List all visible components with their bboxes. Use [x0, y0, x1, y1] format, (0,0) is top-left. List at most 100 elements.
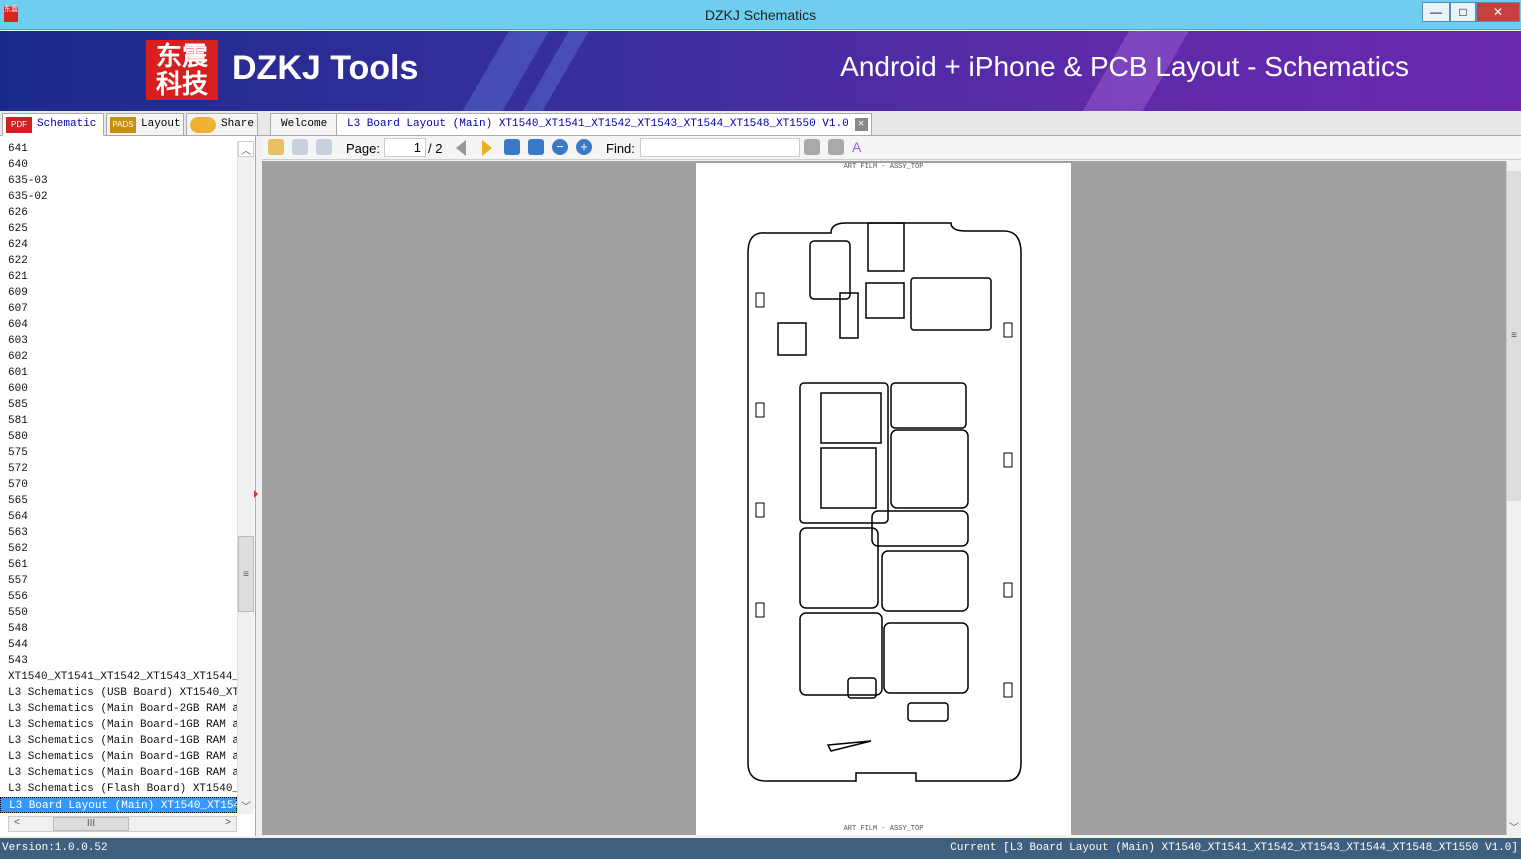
minimize-button[interactable]: — — [1422, 2, 1450, 22]
pcb-board-drawing — [747, 222, 1022, 782]
document-page: ART FILM - ASSY_TOP ART FILM - ASSY_TOP — [696, 163, 1071, 835]
list-item[interactable]: L3 Schematics (Main Board-1GB RAM and — [0, 765, 237, 781]
list-item[interactable]: 580 — [0, 429, 237, 445]
find-label: Find: — [606, 141, 635, 156]
list-item[interactable]: 565 — [0, 493, 237, 509]
list-item[interactable]: 625 — [0, 221, 237, 237]
tab-label: Schematic — [37, 118, 97, 130]
list-item[interactable]: L3 Schematics (Main Board-2GB RAM and — [0, 701, 237, 717]
list-item[interactable]: L3 Schematics (Flash Board) XT1540_XT1 — [0, 781, 237, 797]
list-item[interactable]: 557 — [0, 573, 237, 589]
tab-bar: PDF Schematic PADS Layout Share Welcome … — [0, 111, 1521, 136]
list-item[interactable]: 544 — [0, 637, 237, 653]
page-label: Page: — [346, 141, 380, 156]
scroll-right-arrow[interactable]: > — [220, 817, 236, 831]
list-item[interactable]: 570 — [0, 477, 237, 493]
scroll-down-arrow[interactable]: ﹀ — [238, 798, 254, 814]
tab-board-layout[interactable]: L3 Board Layout (Main) XT1540_XT1541_XT1… — [336, 113, 872, 136]
list-item[interactable]: 562 — [0, 541, 237, 557]
scroll-up-arrow[interactable]: ︿ — [238, 141, 254, 157]
list-item[interactable]: 626 — [0, 205, 237, 221]
scroll-thumb[interactable]: ≡ — [1507, 171, 1521, 501]
scroll-thumb[interactable]: ≡ — [238, 536, 254, 612]
title-bar: 东震 DZKJ Schematics — □ ✕ — [0, 0, 1521, 30]
tab-label: L3 Board Layout (Main) XT1540_XT1541_XT1… — [347, 118, 849, 130]
tab-label: Layout — [141, 118, 181, 130]
close-button[interactable]: ✕ — [1476, 2, 1520, 22]
page-total: / 2 — [428, 141, 443, 156]
list-item[interactable]: 543 — [0, 653, 237, 669]
document-viewer[interactable]: ART FILM - ASSY_TOP ART FILM - ASSY_TOP — [262, 161, 1506, 835]
viewer-toolbar: Page: 1 / 2 − + Find: A — [262, 136, 1521, 160]
vertical-scrollbar[interactable]: ︿ ≡ ﹀ — [237, 141, 254, 814]
list-item[interactable]: 609 — [0, 285, 237, 301]
tab-welcome[interactable]: Welcome — [270, 113, 339, 136]
page-number-input[interactable]: 1 — [384, 138, 426, 157]
scroll-left-arrow[interactable]: < — [9, 817, 25, 831]
brand-name: DZKJ Tools — [232, 49, 419, 87]
find-input[interactable] — [640, 138, 800, 157]
bottom-caption: ART FILM - ASSY_TOP — [843, 825, 924, 833]
list-item[interactable]: 563 — [0, 525, 237, 541]
viewer-scrollbar[interactable]: ︿ ≡ ﹀ — [1506, 161, 1521, 835]
tab-share[interactable]: Share — [186, 113, 258, 136]
prev-page-icon[interactable] — [456, 140, 466, 156]
list-item[interactable]: 607 — [0, 301, 237, 317]
list-item[interactable]: 564 — [0, 509, 237, 525]
list-item[interactable]: L3 Board Layout (Main) XT1540_XT1541_X — [0, 797, 237, 813]
zoom-in-icon[interactable]: + — [576, 139, 592, 155]
slogan: Android + iPhone & PCB Layout - Schemati… — [840, 51, 1409, 82]
list-item[interactable]: L3 Schematics (Main Board-1GB RAM and — [0, 717, 237, 733]
list-item[interactable]: L3 Schematics (Main Board-1GB RAM and — [0, 733, 237, 749]
highlight-text-icon[interactable]: A — [852, 139, 868, 155]
list-item[interactable]: 575 — [0, 445, 237, 461]
list-item[interactable]: 548 — [0, 621, 237, 637]
splitter-arrow-icon[interactable] — [254, 490, 258, 498]
list-item[interactable]: 602 — [0, 349, 237, 365]
file-list: 641 640 635-03 635-02 626 625 624 622 621 609 607 6… — [0, 141, 237, 816]
list-item[interactable]: 550 — [0, 605, 237, 621]
find-next-icon[interactable] — [828, 139, 844, 155]
tab-schematic[interactable]: PDF Schematic — [2, 113, 104, 136]
hscroll-thumb[interactable]: III — [53, 817, 129, 831]
list-item[interactable]: 621 — [0, 269, 237, 285]
list-item[interactable]: 641 — [0, 141, 237, 157]
pages-icon[interactable] — [292, 139, 308, 155]
list-item[interactable]: 556 — [0, 589, 237, 605]
list-item[interactable]: 604 — [0, 317, 237, 333]
zoom-out-icon[interactable]: − — [552, 139, 568, 155]
top-caption: ART FILM - ASSY_TOP — [843, 163, 924, 171]
version-text: Version:1.0.0.52 — [2, 842, 108, 854]
fit-page-icon[interactable] — [528, 139, 544, 155]
list-item[interactable]: 603 — [0, 333, 237, 349]
find-prev-icon[interactable] — [804, 139, 820, 155]
list-item[interactable]: XT1540_XT1541_XT1542_XT1543_XT1544_XT1 — [0, 669, 237, 685]
list-item[interactable]: 635-03 — [0, 173, 237, 189]
list-item[interactable]: 585 — [0, 397, 237, 413]
list-item[interactable]: 572 — [0, 461, 237, 477]
list-item[interactable]: 635-02 — [0, 189, 237, 205]
list-item[interactable]: 601 — [0, 365, 237, 381]
close-tab-icon[interactable]: ✕ — [854, 118, 868, 131]
horizontal-scrollbar[interactable]: < III > — [8, 816, 237, 832]
current-document-text: Current [L3 Board Layout (Main) XT1540_X… — [950, 842, 1518, 854]
tab-layout[interactable]: PADS Layout — [106, 113, 184, 136]
list-item[interactable]: 600 — [0, 381, 237, 397]
list-item[interactable]: L3 Schematics (Main Board-1GB RAM and — [0, 749, 237, 765]
list-item[interactable]: 624 — [0, 237, 237, 253]
list-item[interactable]: L3 Schematics (USB Board) XT1540_XT154 — [0, 685, 237, 701]
list-item[interactable]: 640 — [0, 157, 237, 173]
list-item[interactable]: 561 — [0, 557, 237, 573]
pads-icon: PADS — [110, 117, 136, 133]
page-setup-icon[interactable] — [316, 139, 332, 155]
status-bar: Version:1.0.0.52 Current [L3 Board Layou… — [0, 838, 1521, 859]
scroll-down-arrow[interactable]: ﹀ — [1507, 819, 1521, 834]
maximize-button[interactable]: □ — [1450, 2, 1476, 22]
copy-icon[interactable] — [268, 139, 284, 155]
fit-width-icon[interactable] — [504, 139, 520, 155]
list-item[interactable]: 622 — [0, 253, 237, 269]
list-item[interactable]: 581 — [0, 413, 237, 429]
cloud-share-icon — [190, 117, 216, 133]
logo: 东震 科技 — [146, 40, 218, 100]
next-page-icon[interactable] — [482, 140, 492, 156]
